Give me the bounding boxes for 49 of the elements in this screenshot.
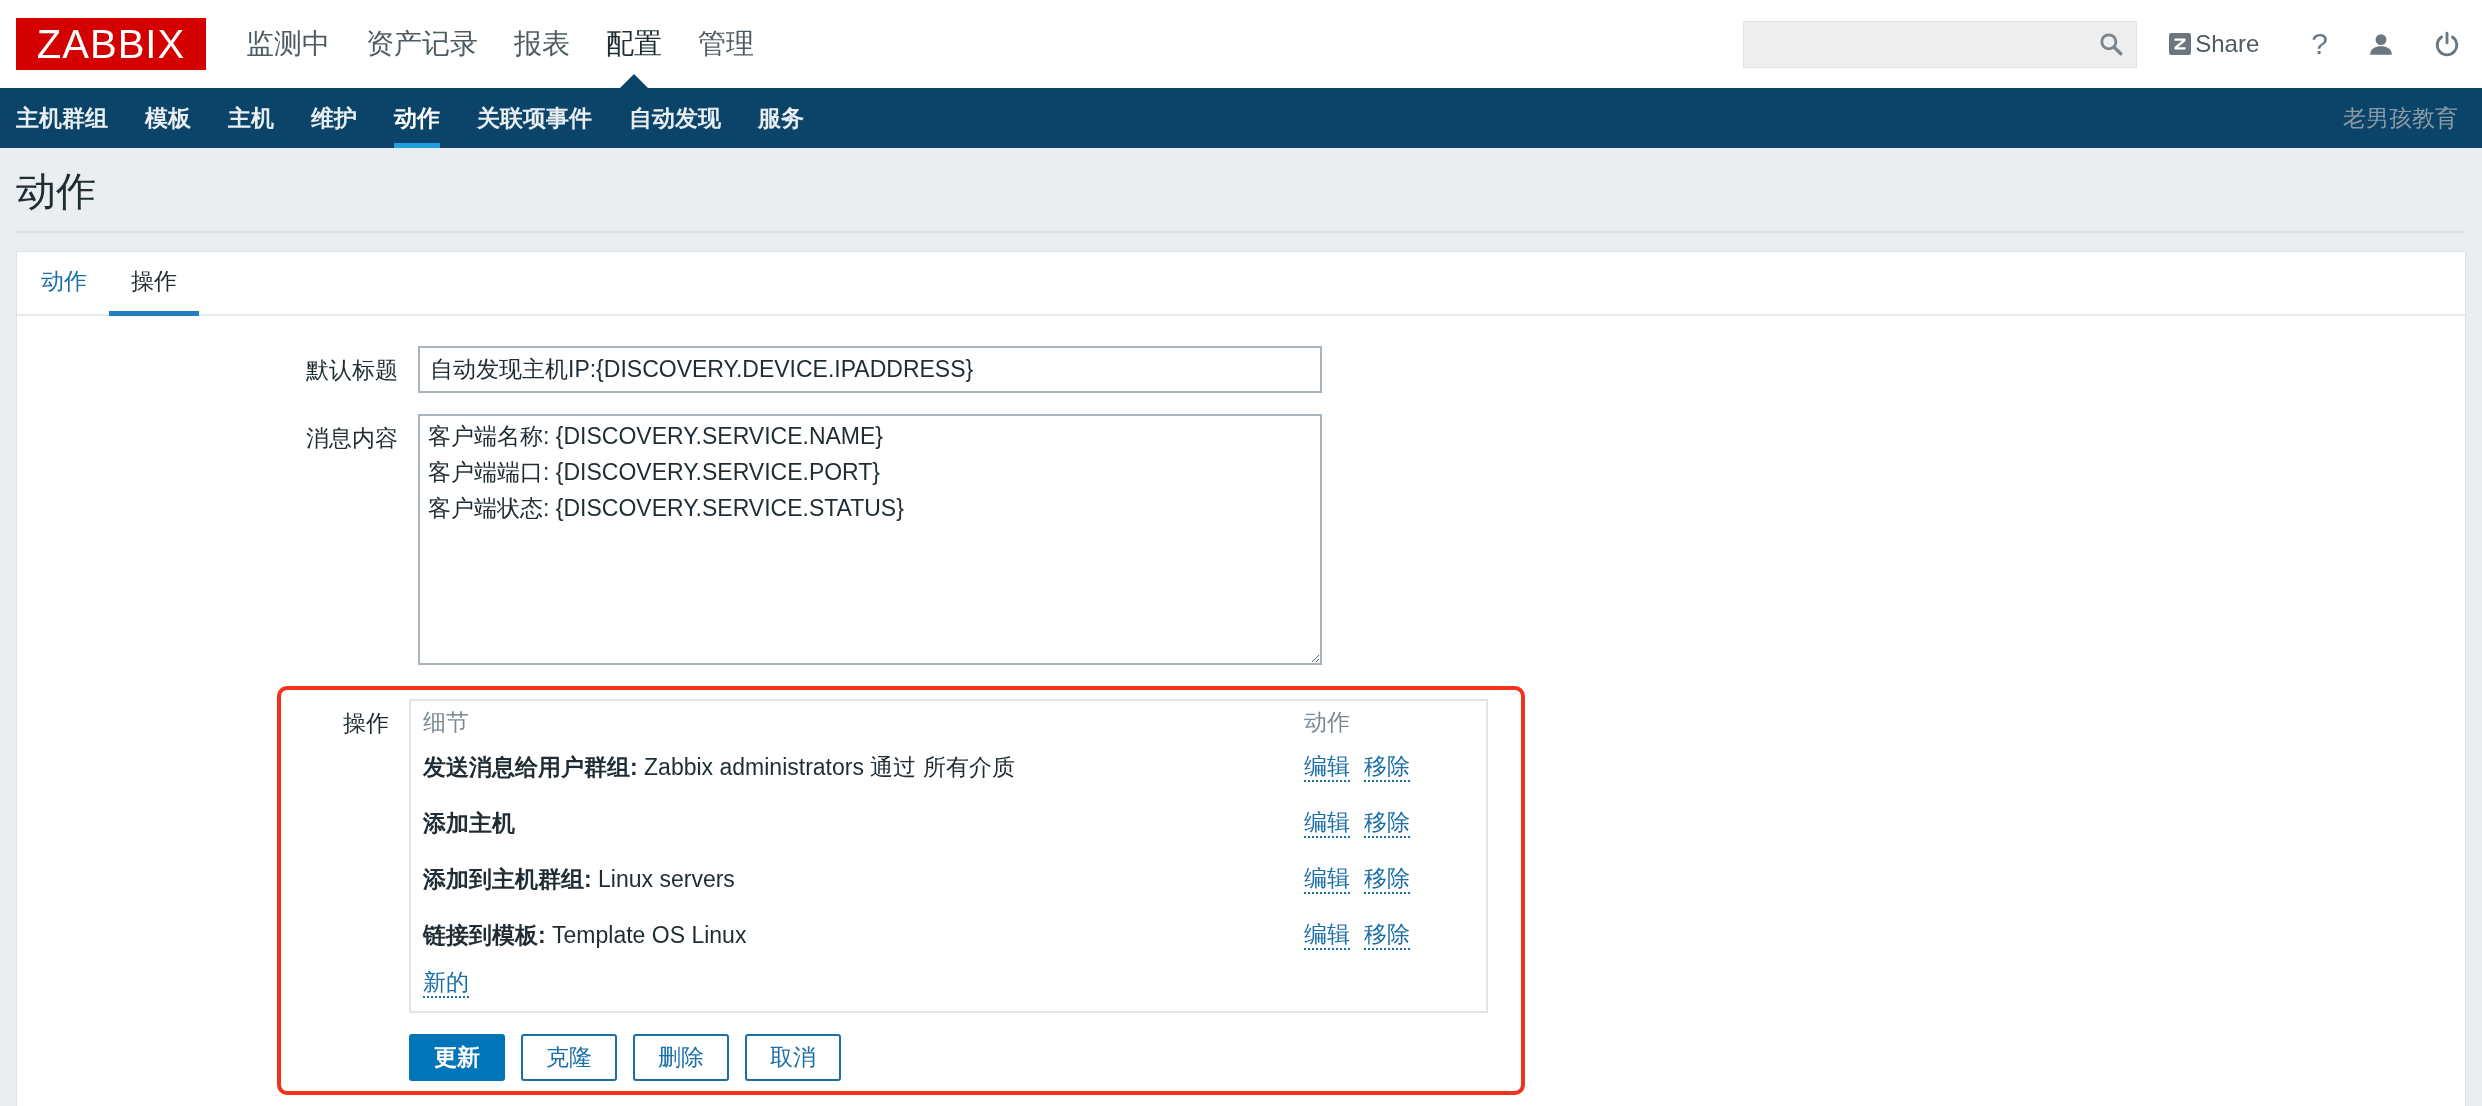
operation-detail: 链接到模板: Template OS Linux (423, 920, 748, 950)
action-link[interactable]: 编辑 (1304, 920, 1350, 950)
tab[interactable]: 操作 (109, 252, 199, 316)
power-icon[interactable] (2434, 31, 2460, 57)
operation-detail: 添加主机 (423, 808, 516, 838)
action-link[interactable]: 编辑 (1304, 864, 1350, 894)
column-header: 细节 (423, 707, 470, 737)
operation-detail: 添加到主机群组: Linux servers (423, 864, 736, 894)
sub-menu-item[interactable]: 主机群组 (16, 88, 108, 148)
sub-menu-item[interactable]: 关联项事件 (477, 88, 592, 148)
form-button[interactable]: 取消 (745, 1034, 841, 1081)
main-menu-item[interactable]: 报表 (514, 0, 570, 88)
operation-detail: 发送消息给用户群组: Zabbix administrators 通过 所有介质 (423, 752, 1016, 782)
share-link[interactable]: Share (2169, 30, 2260, 58)
action-link[interactable]: 编辑 (1304, 808, 1350, 838)
action-link[interactable]: 移除 (1364, 808, 1410, 838)
main-menu-item[interactable]: 配置 (606, 0, 662, 88)
form-button[interactable]: 克隆 (521, 1034, 617, 1081)
sub-menu-item[interactable]: 自动发现 (629, 88, 721, 148)
sub-menu-item[interactable]: 模板 (145, 88, 191, 148)
action-link[interactable]: 编辑 (1304, 752, 1350, 782)
sub-menu-item[interactable]: 动作 (394, 88, 440, 148)
search-icon[interactable] (2098, 31, 2125, 57)
form-button[interactable]: 删除 (633, 1034, 729, 1081)
field-label: 消息内容 (305, 424, 398, 453)
help-link[interactable]: ? (2311, 27, 2328, 61)
field-label: 操作 (342, 709, 389, 738)
user-icon[interactable] (2368, 31, 2394, 57)
subject-field[interactable]: 自动发现主机IP:{DISCOVERY.DEVICE.IPADDRESS} (418, 346, 1322, 393)
sub-menu-item[interactable]: 服务 (758, 88, 804, 148)
tab[interactable]: 动作 (31, 252, 109, 316)
sub-menu-item[interactable]: 主机 (228, 88, 274, 148)
action-link[interactable]: 移除 (1364, 864, 1410, 894)
message-field[interactable]: 客户端名称: {DISCOVERY.SERVICE.NAME} 客户端端口: {DISCOVERY.SERVICE.PORT} 客户端状态: {DISCOVERY.SERVICE.STATUS} (418, 414, 1322, 665)
page-title: 动作 (16, 148, 2466, 233)
main-menu-item[interactable]: 监测中 (246, 0, 330, 88)
z-logo-icon (2169, 33, 2192, 55)
brand-text: 老男孩教育 (2343, 103, 2458, 133)
column-header: 动作 (1304, 707, 1351, 737)
action-link[interactable]: 移除 (1364, 752, 1410, 782)
field-label: 默认标题 (305, 356, 398, 385)
main-menu-item[interactable]: 资产记录 (366, 0, 478, 88)
sub-menu-item[interactable]: 维护 (311, 88, 357, 148)
zabbix-logo[interactable]: ZABBIX (16, 18, 206, 70)
new-operation-link[interactable]: 新的 (423, 968, 469, 998)
search-field[interactable] (1743, 20, 2138, 68)
action-link[interactable]: 移除 (1364, 920, 1410, 950)
form-button[interactable]: 更新 (409, 1034, 505, 1081)
main-menu-item[interactable]: 管理 (698, 0, 754, 88)
